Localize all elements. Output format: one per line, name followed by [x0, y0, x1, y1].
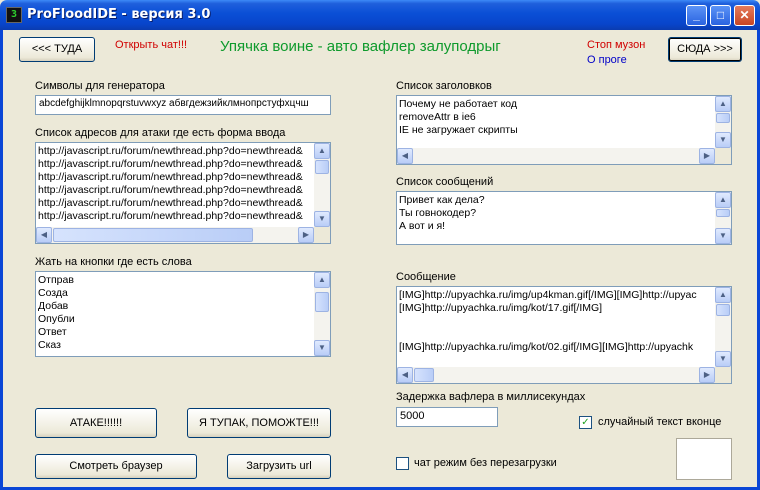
scroll-thumb[interactable] [716, 304, 730, 316]
generator-input[interactable]: abcdefghijklmnopqrstuvwxyz абвгдежзийклм… [35, 95, 331, 115]
word-line: Отправ [38, 274, 74, 286]
window-title: ProFloodIDE - версия 3.0 [27, 7, 211, 22]
scroll-thumb[interactable] [414, 368, 434, 382]
scroll-left-icon[interactable]: ◀ [397, 148, 413, 164]
heading-line: removeAttr в ie6 [399, 111, 476, 123]
blank-panel [676, 438, 732, 480]
delay-input[interactable]: 5000 [396, 407, 498, 427]
scroll-up-icon[interactable]: ▲ [314, 143, 330, 159]
view-browser-button[interactable]: Смотреть браузер [35, 454, 197, 479]
scroll-left-icon[interactable]: ◀ [36, 227, 52, 243]
chat-mode-label: чат режим без перезагрузки [414, 457, 557, 469]
messages-label: Список сообщений [396, 176, 494, 188]
scroll-thumb[interactable] [53, 228, 253, 242]
app-icon[interactable]: 3 [6, 7, 22, 23]
scroll-corner [314, 227, 330, 243]
vertical-scrollbar[interactable]: ▲ ▼ [314, 272, 330, 356]
vertical-scrollbar[interactable]: ▲ ▼ [715, 96, 731, 148]
message-body-line: [IMG]http://upyachka.ru/img/kot/02.gif[/… [399, 341, 694, 353]
scroll-down-icon[interactable]: ▼ [715, 228, 731, 244]
message-textarea[interactable]: [IMG]http://upyachka.ru/img/up4kman.gif[… [396, 286, 732, 384]
words-textarea[interactable]: Отправ Созда Добав Опубли Ответ Сказ ▲ ▼ [35, 271, 331, 357]
scroll-down-icon[interactable]: ▼ [314, 211, 330, 227]
scroll-up-icon[interactable]: ▲ [715, 192, 731, 208]
message-line: Ты говнокодер? [399, 207, 477, 219]
horizontal-scrollbar[interactable]: ◀ ▶ [397, 148, 715, 164]
scroll-thumb[interactable] [716, 113, 730, 123]
maximize-button[interactable]: □ [710, 5, 731, 26]
address-line: http://javascript.ru/forum/newthread.php… [38, 158, 303, 170]
open-chat-link[interactable]: Открыть чат!!! [115, 39, 187, 51]
message-body-line [399, 315, 713, 328]
random-text-checkbox[interactable]: ✓ [579, 416, 592, 429]
scroll-up-icon[interactable]: ▲ [314, 272, 330, 288]
headings-label: Список заголовков [396, 80, 492, 92]
random-text-label: случайный текст вконце [598, 416, 722, 428]
forward-button[interactable]: СЮДА >>> [668, 37, 742, 62]
message-line: А вот и я! [399, 220, 446, 232]
scroll-down-icon[interactable]: ▼ [715, 132, 731, 148]
vertical-scrollbar[interactable]: ▲ ▼ [715, 192, 731, 244]
stop-music-link[interactable]: Стоп музон [587, 39, 645, 51]
scroll-right-icon[interactable]: ▶ [699, 367, 715, 383]
words-label: Жать на кнопки где есть слова [35, 256, 192, 268]
addresses-label: Список адресов для атаки где есть форма … [35, 127, 286, 139]
addresses-textarea[interactable]: http://javascript.ru/forum/newthread.php… [35, 142, 331, 244]
message-line: Привет как дела? [399, 194, 485, 206]
word-line: Созда [38, 287, 68, 299]
delay-label: Задержка вафлера в миллисекундах [396, 391, 586, 403]
back-button[interactable]: <<< ТУДА [19, 37, 95, 62]
vertical-scrollbar[interactable]: ▲ ▼ [715, 287, 731, 367]
headings-textarea[interactable]: Почему не работает код removeAttr в ie6 IE… [396, 95, 732, 165]
load-url-button[interactable]: Загрузить url [227, 454, 331, 479]
message-label: Сообщение [396, 271, 456, 283]
scroll-corner [715, 367, 731, 383]
scroll-down-icon[interactable]: ▼ [715, 351, 731, 367]
address-line: http://javascript.ru/forum/newthread.php… [38, 197, 303, 209]
message-body-line: [IMG]http://upyachka.ru/img/kot/17.gif[/… [399, 302, 603, 314]
about-link[interactable]: О проге [587, 54, 627, 66]
word-line: Опубли [38, 313, 75, 325]
address-line: http://javascript.ru/forum/newthread.php… [38, 145, 303, 157]
title-bar[interactable]: 3 ProFloodIDE - версия 3.0 _ □ ✕ [0, 0, 760, 30]
scroll-up-icon[interactable]: ▲ [715, 287, 731, 303]
scroll-corner [715, 148, 731, 164]
word-line: Добав [38, 300, 69, 312]
attack-button[interactable]: АТАКЕ!!!!!! [35, 408, 157, 438]
chat-mode-checkbox[interactable] [396, 457, 409, 470]
horizontal-scrollbar[interactable]: ◀ ▶ [397, 367, 715, 383]
help-button[interactable]: Я ТУПАК, ПОМОЖТЕ!!! [187, 408, 331, 438]
banner-title: Упячка воине - авто вафлер залуподрыг [220, 38, 501, 55]
generator-label: Символы для генератора [35, 80, 165, 92]
heading-line: Почему не работает код [399, 98, 518, 110]
word-line: Сказ [38, 339, 61, 351]
address-line: http://javascript.ru/forum/newthread.php… [38, 171, 303, 183]
scroll-right-icon[interactable]: ▶ [298, 227, 314, 243]
vertical-scrollbar[interactable]: ▲ ▼ [314, 143, 330, 227]
message-body-line [399, 328, 713, 341]
address-line: http://javascript.ru/forum/newthread.php… [38, 210, 303, 222]
scroll-right-icon[interactable]: ▶ [699, 148, 715, 164]
scroll-thumb[interactable] [315, 160, 329, 174]
minimize-button[interactable]: _ [686, 5, 707, 26]
message-body-line: [IMG]http://upyachka.ru/img/up4kman.gif[… [399, 289, 697, 301]
scroll-thumb[interactable] [315, 292, 329, 312]
messages-textarea[interactable]: Привет как дела? Ты говнокодер? А вот и я!… [396, 191, 732, 245]
scroll-up-icon[interactable]: ▲ [715, 96, 731, 112]
heading-line: IE не загружает скрипты [399, 124, 518, 136]
scroll-thumb[interactable] [716, 209, 730, 217]
address-line: http://javascript.ru/forum/newthread.php… [38, 184, 303, 196]
close-button[interactable]: ✕ [734, 5, 755, 26]
scroll-down-icon[interactable]: ▼ [314, 340, 330, 356]
word-line: Ответ [38, 326, 67, 338]
horizontal-scrollbar[interactable]: ◀ ▶ [36, 227, 314, 243]
scroll-left-icon[interactable]: ◀ [397, 367, 413, 383]
